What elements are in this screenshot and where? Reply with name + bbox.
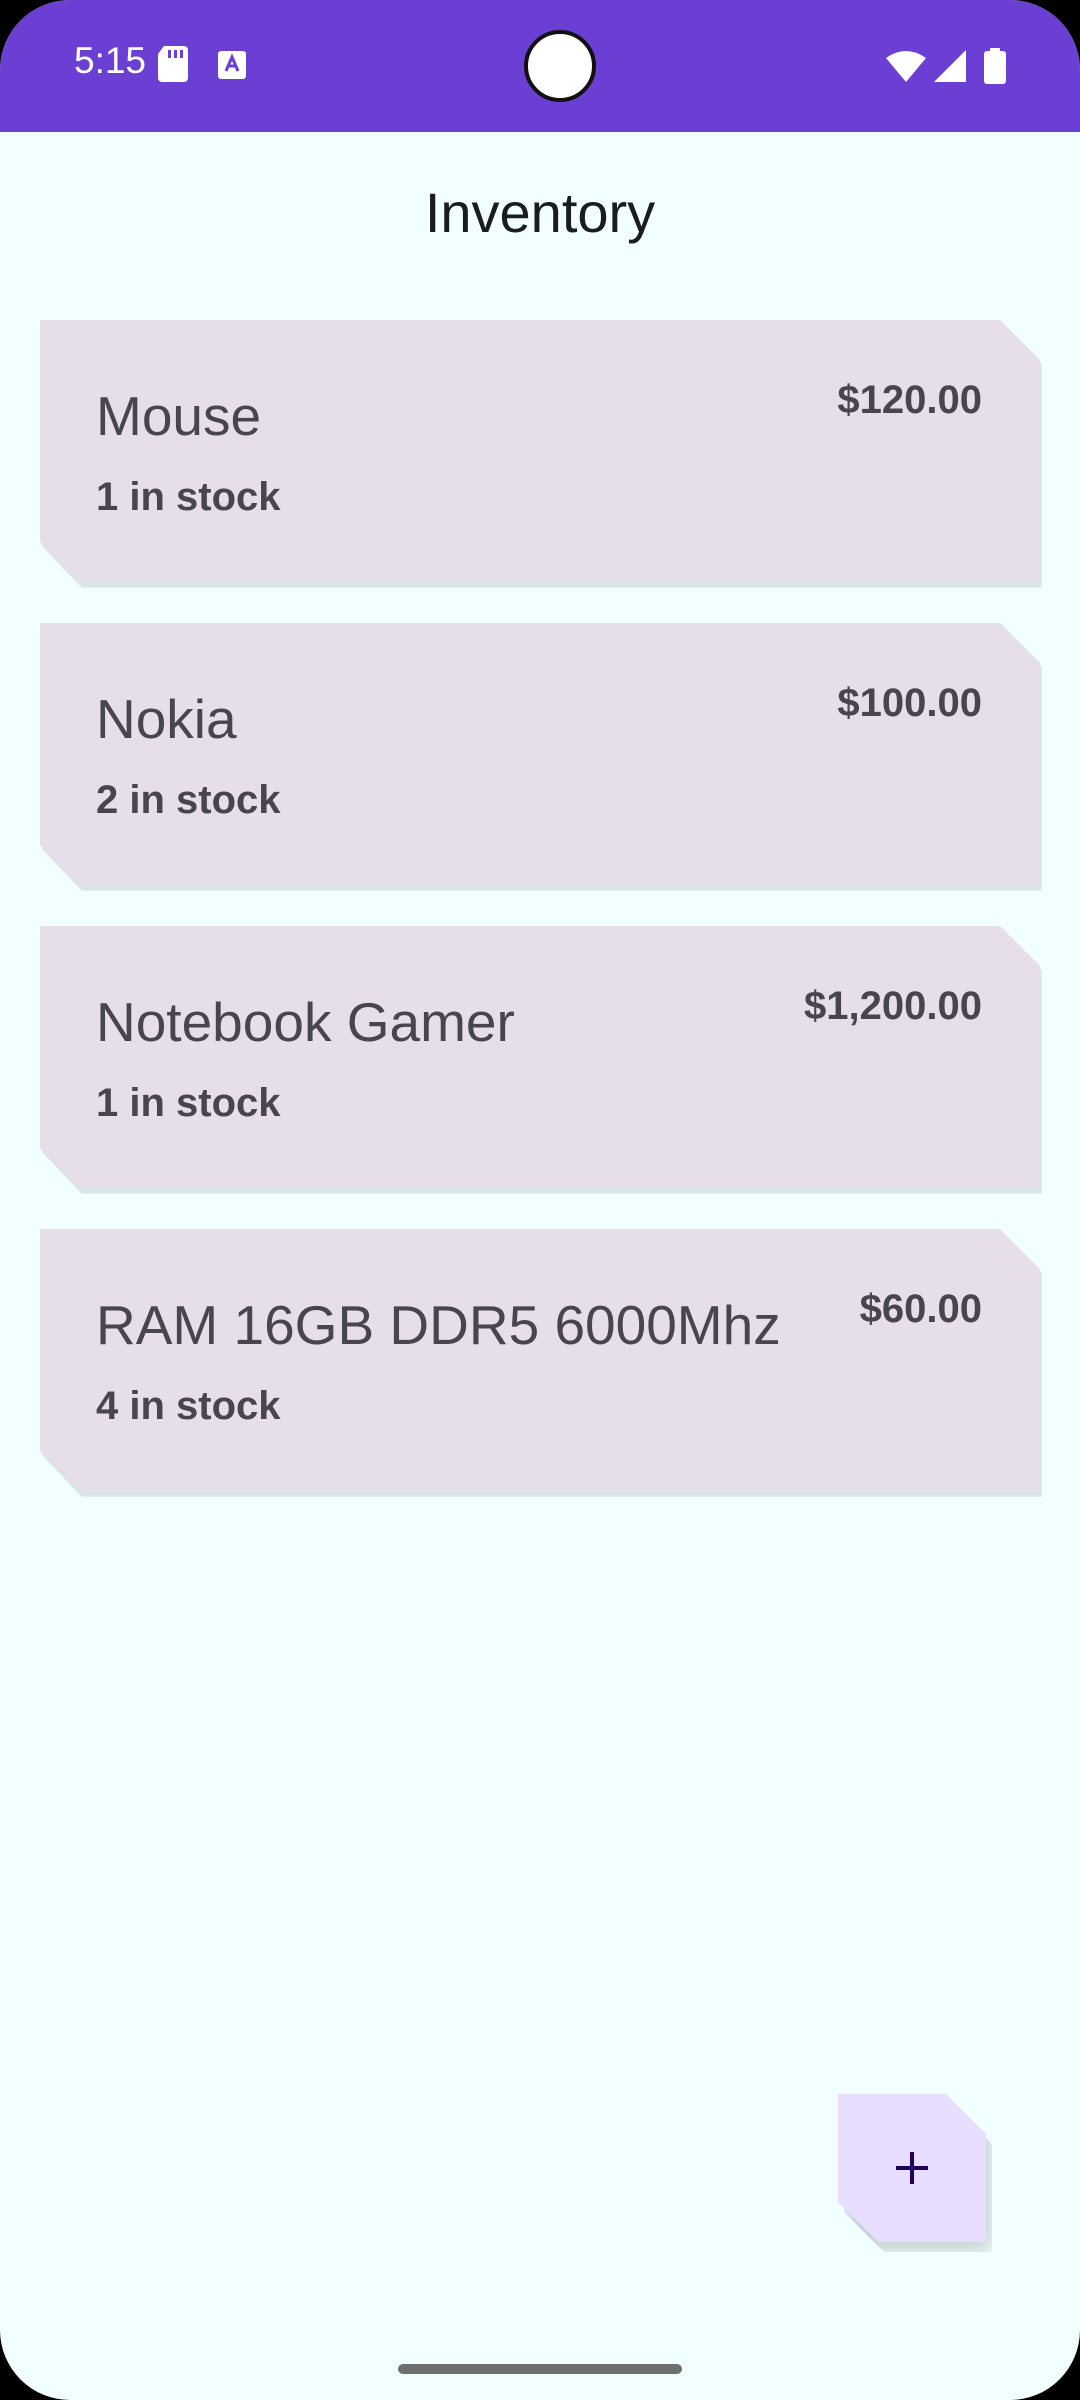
screen: 5:15 Inventory Mouse 1 in stock $120.00 … [0,0,1080,2400]
item-stock: 2 in stock [96,778,281,822]
wifi-icon [886,51,926,82]
item-price: $120.00 [837,378,982,422]
inventory-item-card[interactable]: Mouse 1 in stock $120.00 [40,320,1040,582]
item-price: $100.00 [837,681,982,725]
status-bar: 5:15 [0,0,1080,132]
cell-signal-icon [934,50,966,82]
item-stock: 1 in stock [96,475,281,519]
item-name: Nokia [96,688,237,750]
battery-icon [984,48,1006,84]
status-time: 5:15 [74,40,147,81]
item-price: $1,200.00 [804,984,982,1028]
inventory-item-card[interactable]: Nokia 2 in stock $100.00 [40,623,1040,885]
item-name: RAM 16GB DDR5 6000Mhz [96,1294,781,1356]
item-name: Mouse [96,385,262,447]
inventory-item-card[interactable]: Notebook Gamer 1 in stock $1,200.00 [40,926,1040,1188]
item-name: Notebook Gamer [96,991,515,1053]
item-price: $60.00 [859,1287,982,1331]
item-stock: 1 in stock [96,1081,281,1125]
item-stock: 4 in stock [96,1384,281,1428]
home-indicator[interactable] [398,2364,682,2374]
sd-card-icon [158,46,188,82]
front-camera [502,30,618,102]
keyboard-a-icon [218,51,246,79]
add-item-button[interactable] [838,2094,986,2242]
page-title: Inventory [424,181,656,244]
inventory-item-card[interactable]: RAM 16GB DDR5 6000Mhz 4 in stock $60.00 [40,1229,1040,1491]
plus-icon [896,2152,928,2184]
